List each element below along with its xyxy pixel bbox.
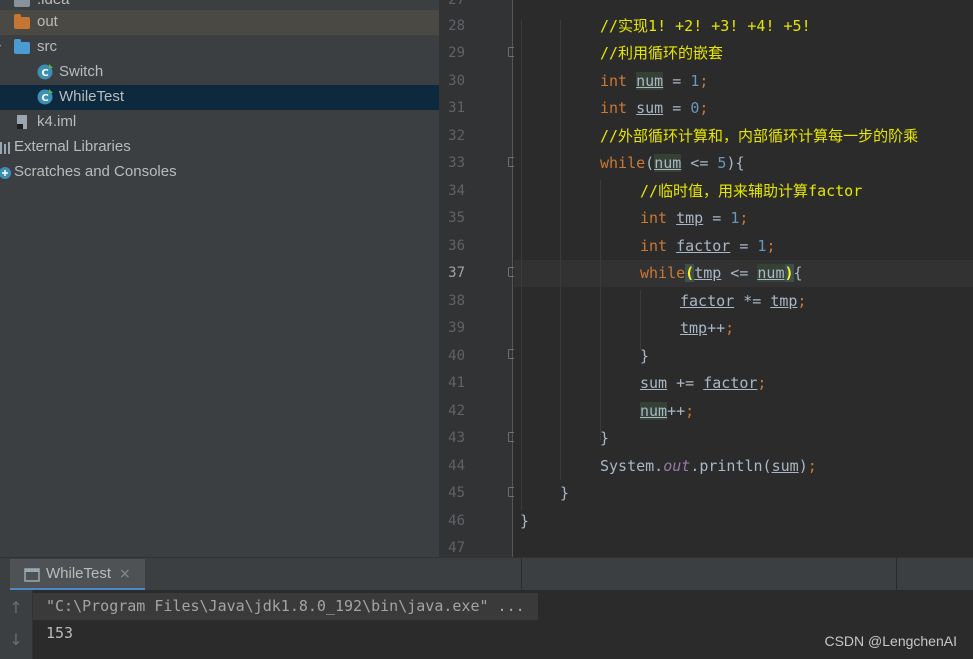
line-number: 40 [448, 348, 465, 364]
tree-item-label: out [37, 13, 58, 30]
folder-icon [14, 14, 30, 29]
svg-text:C: C [41, 68, 48, 79]
libraries-icon [0, 142, 10, 154]
code-line-44: System.out.println(sum); [600, 457, 817, 475]
code-line-33: while(num <= 5){ [600, 154, 745, 172]
indent-guide [521, 20, 522, 510]
run-tab-whiletest[interactable]: WhileTest × [10, 559, 145, 591]
tab-divider [896, 558, 897, 591]
line-number: 34 [448, 183, 465, 199]
scratches-icon [0, 167, 11, 179]
tree-item-k4-iml[interactable]: k4.iml [0, 110, 439, 135]
code-line-36: int factor = 1; [640, 237, 776, 255]
chevron-down-icon[interactable]: ▾ [0, 43, 6, 53]
code-line-32: //外部循环计算和，内部循环计算每一步的阶乘 [600, 127, 919, 145]
code-line-39: tmp++; [680, 319, 735, 337]
run-tab-bar: WhileTest × [0, 557, 973, 591]
indent-guide [560, 20, 561, 480]
code-line-46: } [520, 512, 530, 530]
run-side-toolbar: ↑ ↓ [0, 590, 33, 659]
line-number: 35 [448, 210, 465, 226]
tree-item-external-libraries[interactable]: External Libraries [0, 135, 439, 160]
project-tree-panel: .idea out ▾ src C Switch C WhileTest [0, 0, 439, 557]
source-folder-icon [14, 39, 30, 54]
code-line-45: } [560, 484, 570, 502]
java-class-icon: C [37, 64, 53, 80]
tree-item-whiletest[interactable]: C WhileTest [0, 85, 439, 110]
tree-item-switch[interactable]: C Switch [0, 60, 439, 85]
watermark: CSDN @LengchenAI [824, 633, 957, 649]
line-number: 36 [448, 238, 465, 254]
line-number: 39 [448, 320, 465, 336]
tree-item-label: .idea [37, 0, 70, 8]
code-line-40: } [640, 347, 650, 365]
line-number: 27 [448, 0, 465, 8]
console-output-line: 153 [46, 624, 74, 642]
indent-guide [640, 290, 641, 350]
line-number: 33 [448, 155, 465, 171]
console-icon [24, 568, 40, 582]
java-class-icon: C [37, 89, 53, 105]
scroll-up-icon[interactable]: ↑ [8, 600, 24, 616]
scroll-down-icon[interactable]: ↓ [8, 632, 24, 648]
line-number: 43 [448, 430, 465, 446]
tree-item-label: Scratches and Consoles [14, 163, 177, 180]
line-number: 44 [448, 458, 465, 474]
code-line-37: while(tmp <= num){ [640, 264, 803, 282]
svg-text:C: C [41, 93, 48, 104]
line-number: 42 [448, 403, 465, 419]
line-number: 28 [448, 18, 465, 34]
tree-item-scratches[interactable]: Scratches and Consoles [0, 160, 439, 185]
code-line-30: int num = 1; [600, 72, 709, 90]
line-number: 46 [448, 513, 465, 529]
line-number: 45 [448, 485, 465, 501]
tree-item-label: k4.iml [37, 113, 77, 130]
tree-item-label: WhileTest [59, 88, 125, 105]
close-icon[interactable]: × [119, 566, 131, 582]
run-tab-label: WhileTest [46, 565, 112, 582]
tree-item-label: src [37, 38, 57, 55]
indent-guide [600, 180, 601, 440]
line-number: 31 [448, 100, 465, 116]
tree-item-label: Switch [59, 63, 104, 80]
line-number: 38 [448, 293, 465, 309]
line-number: 32 [448, 128, 465, 144]
tree-item-out[interactable]: out [0, 10, 439, 35]
tab-divider [521, 558, 522, 591]
code-line-29: //利用循环的嵌套 [600, 44, 724, 62]
code-line-34: //临时值，用来辅助计算factor [640, 182, 863, 200]
line-number-current: 37 [448, 265, 465, 281]
code-line-41: sum += factor; [640, 374, 767, 392]
console-command-line: "C:\Program Files\Java\jdk1.8.0_192\bin\… [33, 593, 538, 620]
code-editor[interactable]: //实现1! +2! +3! +4! +5! //利用循环的嵌套 int num… [514, 0, 973, 557]
console-output[interactable]: "C:\Program Files\Java\jdk1.8.0_192\bin\… [33, 590, 973, 659]
code-line-43: } [600, 429, 610, 447]
folder-icon [14, 0, 30, 7]
code-line-38: factor *= tmp; [680, 292, 807, 310]
line-number: 30 [448, 73, 465, 89]
code-line-42: num++; [640, 402, 695, 420]
code-line-31: int sum = 0; [600, 99, 709, 117]
tree-item-label: External Libraries [14, 138, 131, 155]
code-line-28: //实现1! +2! +3! +4! +5! [600, 17, 811, 35]
code-line-35: int tmp = 1; [640, 209, 749, 227]
line-number: 41 [448, 375, 465, 391]
line-number: 29 [448, 45, 465, 61]
module-file-icon [17, 115, 27, 129]
tree-item-src[interactable]: ▾ src [0, 35, 439, 60]
